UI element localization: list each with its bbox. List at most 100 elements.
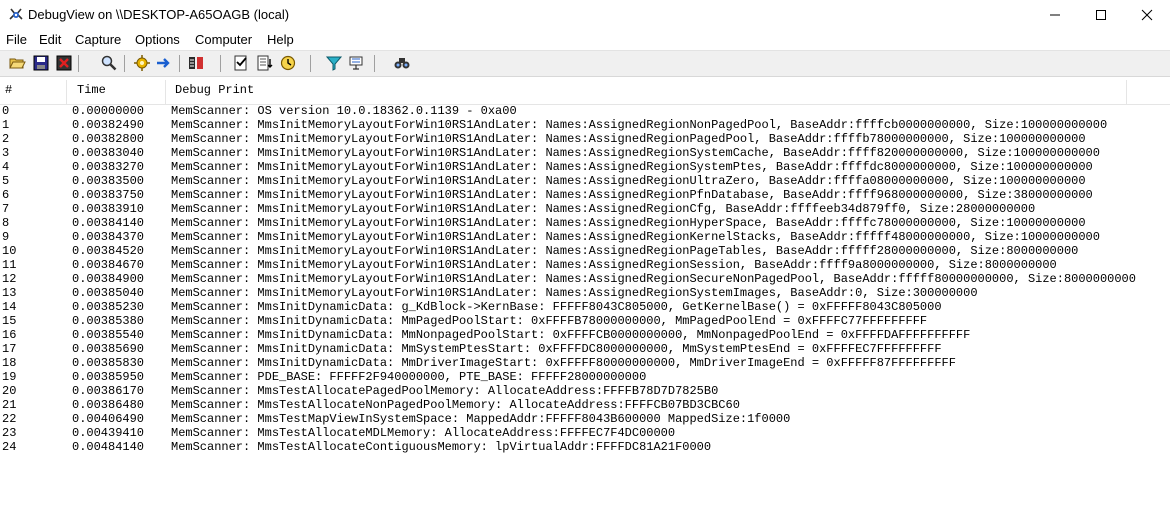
clock-time-button[interactable] xyxy=(279,54,297,72)
row-time: 0.00385690 xyxy=(72,342,145,356)
autoscroll-button[interactable] xyxy=(155,54,173,72)
table-row[interactable]: 15 0.00385380 MemScanner: MmsInitDynamicDa… xyxy=(0,314,1170,328)
time-icon xyxy=(280,55,296,71)
row-time: 0.00484140 xyxy=(72,440,145,454)
row-number: 0 xyxy=(2,104,10,118)
row-debug-print: MemScanner: MmsInitDynamicData: MmPagedP… xyxy=(171,314,928,328)
row-time: 0.00383270 xyxy=(72,160,145,174)
table-row[interactable]: 22 0.00406490 MemScanner: MmsTestMapViewIn… xyxy=(0,412,1170,426)
table-row[interactable]: 21 0.00386480 MemScanner: MmsTestAllocateN… xyxy=(0,398,1170,412)
toolbar-separator xyxy=(78,55,79,72)
row-time: 0.00385950 xyxy=(72,370,145,384)
clear-display-button[interactable] xyxy=(55,54,73,72)
table-row[interactable]: 5 0.00383500 MemScanner: MmsInitMemoryLayo… xyxy=(0,174,1170,188)
connect-button[interactable] xyxy=(393,54,411,72)
row-number: 5 xyxy=(2,174,10,188)
row-time: 0.00382800 xyxy=(72,132,145,146)
toolbar-separator xyxy=(124,55,125,72)
save-icon xyxy=(33,55,49,71)
event-filter-icon xyxy=(349,56,363,70)
row-debug-print: MemScanner: OS version 10.0.18362.0.1139… xyxy=(171,104,517,118)
menu-capture[interactable]: Capture xyxy=(75,32,121,47)
close-icon xyxy=(1141,9,1153,21)
row-debug-print: MemScanner: MmsInitMemoryLayoutForWin10R… xyxy=(171,132,1086,146)
table-row[interactable]: 1 0.00382490 MemScanner: MmsInitMemoryLayo… xyxy=(0,118,1170,132)
menu-computer[interactable]: Computer xyxy=(195,32,252,47)
row-debug-print: MemScanner: MmsInitMemoryLayoutForWin10R… xyxy=(171,118,1108,132)
row-debug-print: MemScanner: MmsTestAllocateMDLMemory: Al… xyxy=(171,426,676,440)
column-divider[interactable] xyxy=(1126,80,1127,104)
table-row[interactable]: 17 0.00385690 MemScanner: MmsInitDynamicDa… xyxy=(0,342,1170,356)
column-divider[interactable] xyxy=(66,80,67,104)
row-debug-print: MemScanner: MmsInitDynamicData: g_KdBloc… xyxy=(171,300,942,314)
row-number: 16 xyxy=(2,328,17,342)
open-button[interactable] xyxy=(8,54,26,72)
save-button[interactable] xyxy=(32,54,50,72)
row-debug-print: MemScanner: MmsTestAllocateNonPagedPoolM… xyxy=(171,398,740,412)
table-row[interactable]: 0 0.00000000 MemScanner: OS version 10.0.1… xyxy=(0,104,1170,118)
history-depth-button[interactable] xyxy=(256,54,274,72)
debugview-app-icon xyxy=(8,7,24,23)
row-debug-print: MemScanner: MmsInitMemoryLayoutForWin10R… xyxy=(171,286,978,300)
table-row[interactable]: 20 0.00386170 MemScanner: MmsTestAllocateP… xyxy=(0,384,1170,398)
row-time: 0.00000000 xyxy=(72,104,145,118)
table-row[interactable]: 10 0.00384520 MemScanner: MmsInitMemoryLay… xyxy=(0,244,1170,258)
minimize-button[interactable] xyxy=(1032,0,1078,30)
capture-button[interactable] xyxy=(133,54,151,72)
table-row[interactable]: 12 0.00384900 MemScanner: MmsInitMemoryLay… xyxy=(0,272,1170,286)
table-row[interactable]: 4 0.00383270 MemScanner: MmsInitMemoryLayo… xyxy=(0,160,1170,174)
minimize-icon xyxy=(1050,14,1060,16)
row-time: 0.00386170 xyxy=(72,384,145,398)
table-row[interactable]: 3 0.00383040 MemScanner: MmsInitMemoryLayo… xyxy=(0,146,1170,160)
highlight-button[interactable] xyxy=(325,54,343,72)
table-row[interactable]: 9 0.00384370 MemScanner: MmsInitMemoryLayo… xyxy=(0,230,1170,244)
row-debug-print: MemScanner: MmsInitMemoryLayoutForWin10R… xyxy=(171,174,1086,188)
capture-icon xyxy=(134,55,150,71)
row-debug-print: MemScanner: MmsInitMemoryLayoutForWin10R… xyxy=(171,202,1036,216)
close-button[interactable] xyxy=(1124,0,1170,30)
menu-edit[interactable]: Edit xyxy=(39,32,61,47)
maximize-button[interactable] xyxy=(1078,0,1124,30)
column-header-debug-print[interactable]: Debug Print xyxy=(175,77,254,104)
row-number: 7 xyxy=(2,202,10,216)
menu-help[interactable]: Help xyxy=(267,32,294,47)
table-row[interactable]: 2 0.00382800 MemScanner: MmsInitMemoryLayo… xyxy=(0,132,1170,146)
filter-button[interactable] xyxy=(232,54,250,72)
column-header-time[interactable]: Time xyxy=(77,77,106,104)
column-divider[interactable] xyxy=(165,80,166,104)
row-time: 0.00384520 xyxy=(72,244,145,258)
capture-kernel-button[interactable] xyxy=(187,54,205,72)
row-time: 0.00386480 xyxy=(72,398,145,412)
table-row[interactable]: 16 0.00385540 MemScanner: MmsInitDynamicDa… xyxy=(0,328,1170,342)
row-number: 18 xyxy=(2,356,17,370)
table-row[interactable]: 18 0.00385830 MemScanner: MmsInitDynamicDa… xyxy=(0,356,1170,370)
table-row[interactable]: 8 0.00384140 MemScanner: MmsInitMemoryLayo… xyxy=(0,216,1170,230)
row-debug-print: MemScanner: MmsInitMemoryLayoutForWin10R… xyxy=(171,230,1100,244)
table-row[interactable]: 6 0.00383750 MemScanner: MmsInitMemoryLayo… xyxy=(0,188,1170,202)
table-row[interactable]: 14 0.00385230 MemScanner: MmsInitDynamicDa… xyxy=(0,300,1170,314)
table-row[interactable]: 24 0.00484140 MemScanner: MmsTestAllocateC… xyxy=(0,440,1170,454)
row-debug-print: MemScanner: MmsInitMemoryLayoutForWin10R… xyxy=(171,244,1079,258)
table-row[interactable]: 23 0.00439410 MemScanner: MmsTestAllocateM… xyxy=(0,426,1170,440)
column-header-number[interactable]: # xyxy=(5,77,12,104)
menu-file[interactable]: File xyxy=(6,32,27,47)
toolbar-separator xyxy=(310,55,311,72)
event-filter-button[interactable] xyxy=(347,54,365,72)
table-row[interactable]: 7 0.00383910 MemScanner: MmsInitMemoryLayo… xyxy=(0,202,1170,216)
row-debug-print: MemScanner: MmsTestMapViewInSystemSpace:… xyxy=(171,412,791,426)
row-number: 11 xyxy=(2,258,17,272)
row-time: 0.00383040 xyxy=(72,146,145,160)
table-row[interactable]: 19 0.00385950 MemScanner: PDE_BASE: FFFFF2… xyxy=(0,370,1170,384)
row-time: 0.00384670 xyxy=(72,258,145,272)
table-row[interactable]: 11 0.00384670 MemScanner: MmsInitMemoryLay… xyxy=(0,258,1170,272)
row-number: 24 xyxy=(2,440,17,454)
open-icon xyxy=(9,58,26,69)
title-bar: DebugView on \\DESKTOP-A65OAGB (local) xyxy=(0,0,1170,30)
menu-options[interactable]: Options xyxy=(135,32,180,47)
toolbar-separator xyxy=(374,55,375,72)
find-button[interactable] xyxy=(100,54,118,72)
row-debug-print: MemScanner: MmsInitMemoryLayoutForWin10R… xyxy=(171,146,1100,160)
row-debug-print: MemScanner: MmsInitMemoryLayoutForWin10R… xyxy=(171,160,1093,174)
table-row[interactable]: 13 0.00385040 MemScanner: MmsInitMemoryLay… xyxy=(0,286,1170,300)
row-time: 0.00382490 xyxy=(72,118,145,132)
